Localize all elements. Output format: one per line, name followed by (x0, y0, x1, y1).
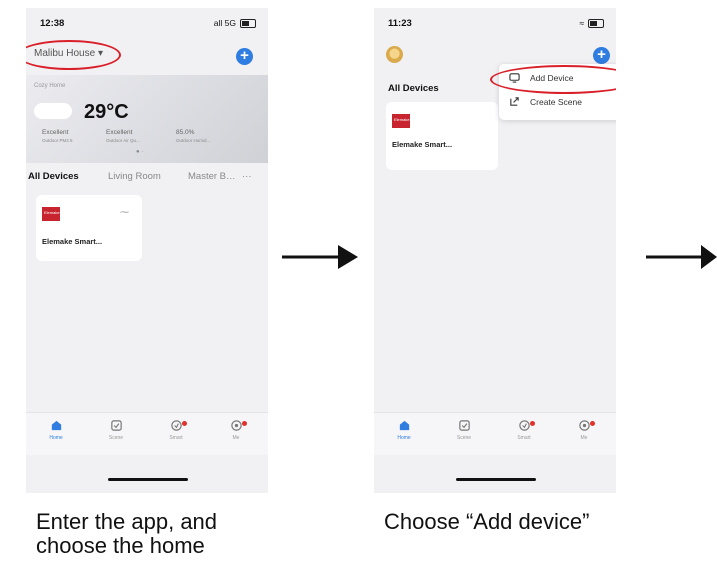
tab-living-room[interactable]: Living Room (108, 171, 161, 182)
battery-icon (240, 18, 256, 28)
me-icon (578, 420, 590, 431)
tab-all-devices[interactable]: All Devices (28, 171, 79, 182)
tab-master-bedroom[interactable]: Master B… (188, 171, 236, 182)
status-indicators: all 5G (214, 18, 256, 28)
status-time: 11:23 (388, 18, 412, 29)
home-indicator (456, 478, 536, 481)
weather-item: 85.0% Outdoor Humid... (176, 129, 210, 145)
home-indicator (108, 478, 188, 481)
bottom-nav: Home Scene Smart Me (374, 412, 616, 455)
phone-screen-add-menu: 11:23 ≈ + All Devices Elemake Elemake Sm… (374, 8, 616, 493)
weather-value: 85.0% (176, 129, 195, 136)
notification-dot (182, 421, 187, 426)
arrow-right-icon (282, 245, 358, 269)
weather-item: Excellent Outdoor Air Qu... (106, 129, 140, 145)
menu-create-scene[interactable]: Create Scene (509, 96, 582, 107)
more-tabs-button[interactable]: ··· (242, 171, 252, 182)
weather-home-label: Cozy Home (34, 83, 66, 89)
device-name: Elemake Smart... (392, 140, 453, 149)
cloud-icon (34, 103, 72, 119)
battery-icon (588, 18, 604, 28)
home-icon (399, 420, 409, 431)
arrow-right-icon (646, 245, 717, 269)
signal-label: all 5G (213, 18, 236, 28)
scene-icon (110, 420, 122, 431)
page-indicator: ● · (136, 149, 144, 155)
nav-me[interactable]: Me (564, 419, 604, 441)
nav-scene[interactable]: Scene (96, 419, 136, 441)
bottom-nav: Home Scene Smart Me (26, 412, 268, 455)
nav-scene[interactable]: Scene (444, 419, 484, 441)
wifi-icon: ≈ (579, 18, 584, 28)
add-button[interactable]: + (593, 47, 610, 64)
brand-logo: Elemake (42, 207, 60, 221)
caption-step-1: Enter the app, and choose the home (36, 510, 217, 558)
home-avatar[interactable] (386, 46, 403, 63)
highlight-ring-home (26, 40, 121, 70)
caption-line: choose the home (36, 533, 205, 558)
menu-label: Create Scene (530, 96, 582, 107)
weather-sublabel: Outdoor PM2.5 (42, 138, 73, 143)
weather-item: Excellent Outdoor PM2.5 (42, 129, 73, 145)
weather-value: Excellent (42, 129, 69, 136)
weather-sublabel: Outdoor Air Qu... (106, 138, 140, 143)
notification-dot (242, 421, 247, 426)
all-devices-label: All Devices (388, 83, 439, 94)
status-indicators: ≈ (579, 18, 604, 28)
home-icon (51, 420, 61, 431)
weather-value: Excellent (106, 129, 133, 136)
device-card[interactable]: Elemake ⁓ Elemake Smart... (36, 195, 142, 261)
brand-logo: Elemake (392, 114, 410, 128)
device-card[interactable]: Elemake Elemake Smart... (386, 102, 498, 170)
caption-step-2: Choose “Add device” (384, 509, 590, 534)
notification-dot (590, 421, 595, 426)
weather-card[interactable]: Cozy Home 29°C Excellent Outdoor PM2.5 E… (26, 75, 268, 163)
smart-icon (170, 420, 182, 431)
room-tabs: All Devices Living Room Master B… ··· (26, 171, 268, 187)
notification-dot (530, 421, 535, 426)
caption-line: Enter the app, and (36, 509, 218, 534)
status-time: 12:38 (40, 18, 65, 29)
me-icon (230, 420, 242, 431)
device-name: Elemake Smart... (42, 237, 103, 246)
add-button[interactable]: + (236, 48, 253, 65)
power-icon[interactable]: ⁓ (120, 207, 129, 218)
smart-icon (518, 420, 530, 431)
nav-smart[interactable]: Smart (504, 419, 544, 441)
nav-home[interactable]: Home (36, 419, 76, 441)
create-scene-icon (510, 97, 519, 106)
phone-screen-home: 12:38 all 5G Malibu House ▾ + Cozy Home … (26, 8, 268, 493)
temperature: 29°C (84, 101, 129, 123)
nav-me[interactable]: Me (216, 419, 256, 441)
scene-icon (458, 420, 470, 431)
weather-sublabel: Outdoor Humid... (176, 138, 211, 143)
nav-home[interactable]: Home (384, 419, 424, 441)
nav-smart[interactable]: Smart (156, 419, 196, 441)
